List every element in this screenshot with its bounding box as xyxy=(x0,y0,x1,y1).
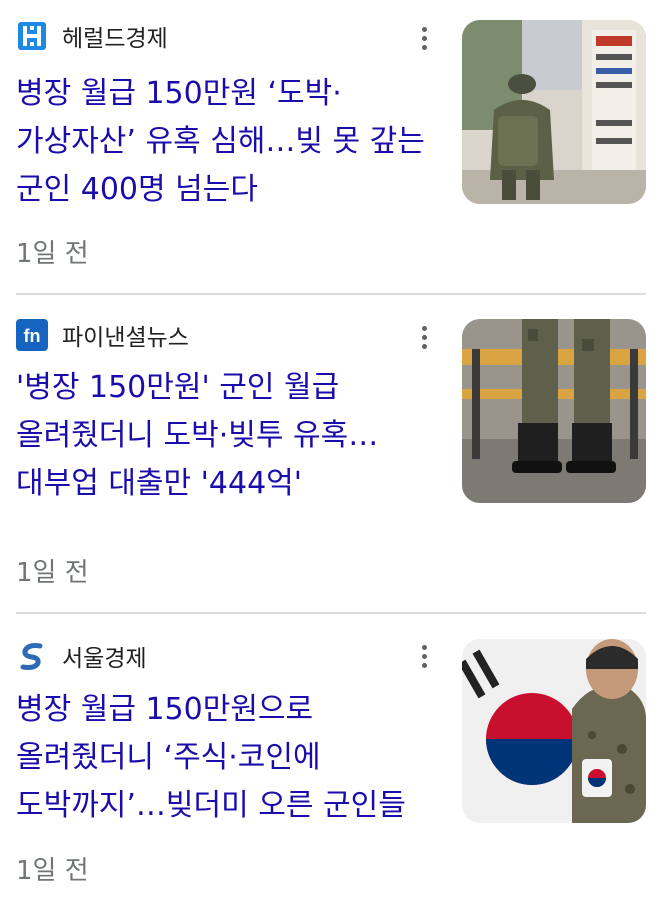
dot-icon xyxy=(421,44,427,50)
news-feed: 헤럴드경제 병장 월급 150만원 ‘도박·가상자산’ 유혹 심해…빚 못 갚는… xyxy=(0,0,668,902)
headline-link[interactable]: 병장 월급 150만원으로 올려줬더니 ‘주식·코인에 도박까지’…빚더미 오른… xyxy=(16,686,444,830)
dot-icon xyxy=(421,644,427,650)
dot-icon xyxy=(421,653,427,659)
more-options-button[interactable] xyxy=(412,319,436,355)
headline-link[interactable]: 병장 월급 150만원 ‘도박·가상자산’ 유혹 심해…빚 못 갚는 군인 40… xyxy=(16,70,444,214)
timestamp: 1일 전 xyxy=(16,239,89,269)
thumbnail-image[interactable] xyxy=(462,319,646,503)
timestamp: 1일 전 xyxy=(16,558,89,588)
thumbnail-image[interactable] xyxy=(462,20,646,204)
source-row: 서울경제 xyxy=(16,638,147,674)
dot-icon xyxy=(421,662,427,668)
source-name: 헤럴드경제 xyxy=(62,26,168,52)
news-card[interactable]: fn 파이낸셜뉴스 '병장 150만원' 군인 월급 올려줬더니 도박·빚투 유… xyxy=(0,294,668,612)
headline-link[interactable]: '병장 150만원' 군인 월급 올려줬더니 도박·빚투 유혹…대부업 대출만 … xyxy=(16,364,444,508)
timestamp: 1일 전 xyxy=(16,856,89,886)
source-name: 파이낸셜뉴스 xyxy=(62,325,189,351)
source-name: 서울경제 xyxy=(62,646,147,672)
seoul-economic-logo-icon xyxy=(16,640,48,672)
source-row: 헤럴드경제 xyxy=(16,18,168,54)
thumbnail-image[interactable] xyxy=(462,639,646,823)
svg-text:fn: fn xyxy=(24,326,41,346)
more-options-button[interactable] xyxy=(412,20,436,56)
dot-icon xyxy=(421,35,427,41)
dot-icon xyxy=(421,325,427,331)
news-card[interactable]: 헤럴드경제 병장 월급 150만원 ‘도박·가상자산’ 유혹 심해…빚 못 갚는… xyxy=(0,0,668,294)
source-row: fn 파이낸셜뉴스 xyxy=(16,317,189,353)
more-options-button[interactable] xyxy=(412,638,436,674)
dot-icon xyxy=(421,26,427,32)
news-card[interactable]: 서울경제 병장 월급 150만원으로 올려줬더니 ‘주식·코인에 도박까지’…빚… xyxy=(0,614,668,902)
fn-logo-icon: fn xyxy=(16,319,48,351)
herald-logo-icon xyxy=(16,20,48,52)
dot-icon xyxy=(421,334,427,340)
dot-icon xyxy=(421,343,427,349)
